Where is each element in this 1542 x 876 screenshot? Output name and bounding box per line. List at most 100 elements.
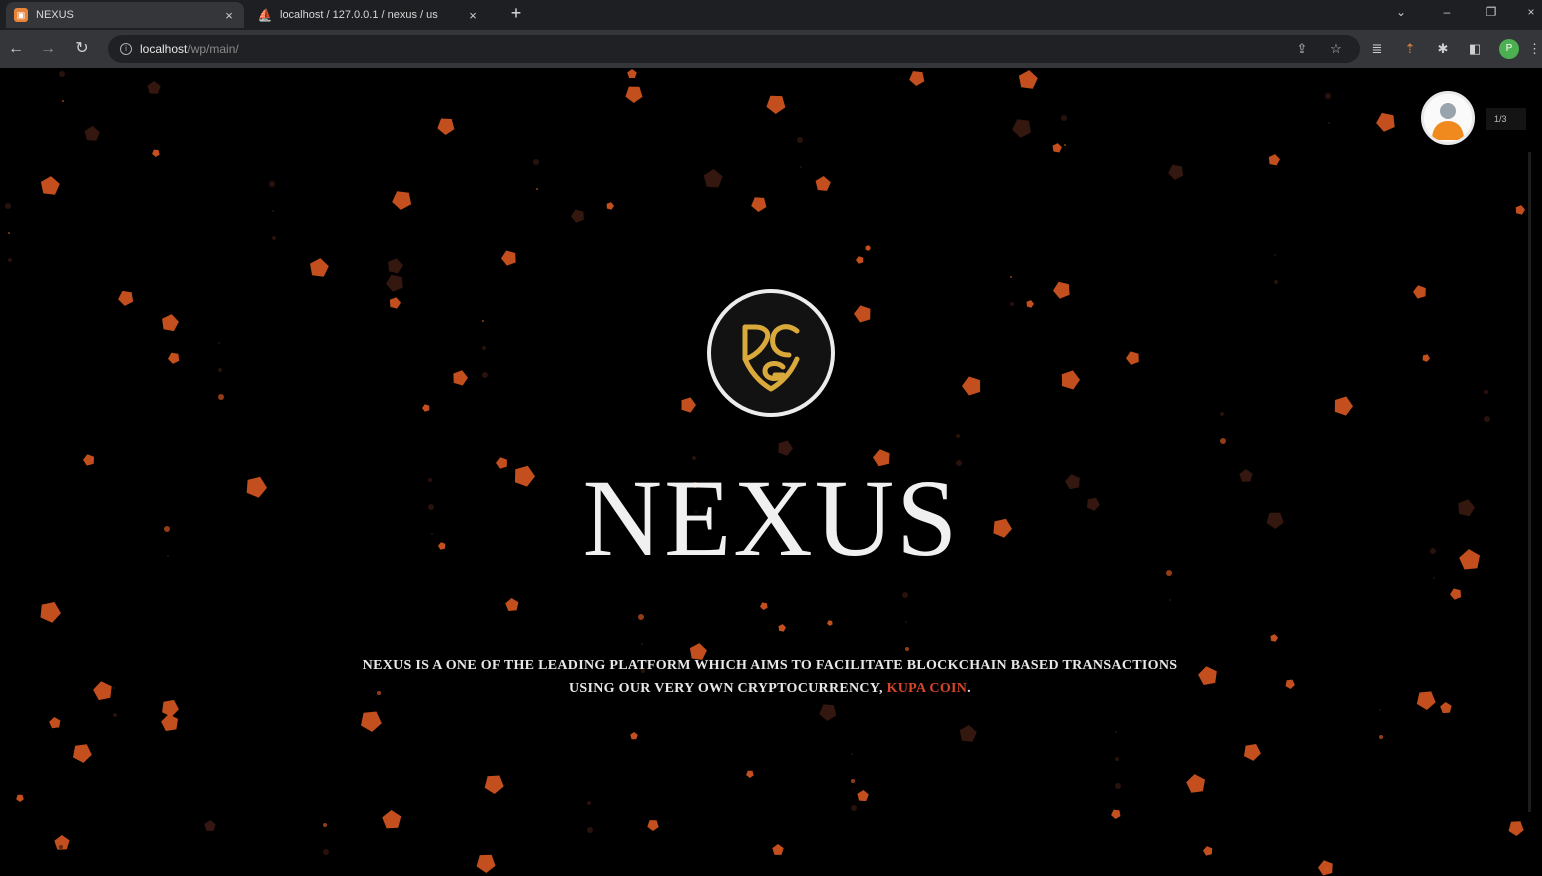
particle — [388, 258, 403, 274]
back-button[interactable]: ← — [6, 39, 26, 59]
user-avatar-icon — [1424, 94, 1472, 142]
particle — [1508, 821, 1524, 836]
dust-particle — [269, 181, 275, 187]
tab-phpmyadmin[interactable]: ⛵ localhost / 127.0.0.1 / nexus / us × — [250, 2, 488, 28]
dust-particle — [113, 713, 117, 717]
dust-particle — [59, 71, 65, 77]
dust-particle — [536, 188, 538, 190]
particle — [1186, 774, 1205, 793]
particle — [1053, 281, 1070, 299]
particle — [1450, 588, 1462, 600]
tagline: NEXUS IS A ONE OF THE LEADING PLATFORM W… — [340, 654, 1200, 700]
particle — [16, 794, 24, 802]
dust-particle — [59, 845, 63, 849]
tab-strip: ▣ NEXUS × ⛵ localhost / 127.0.0.1 / nexu… — [0, 0, 1542, 30]
particle — [1413, 285, 1426, 299]
user-avatar[interactable] — [1421, 91, 1475, 145]
particle — [1244, 744, 1261, 761]
tab-title: localhost / 127.0.0.1 / nexus / us — [280, 9, 438, 21]
tab-close-icon[interactable]: × — [222, 8, 236, 23]
browser-toolbar: ← → ↻ i localhost/wp/main/ ⇪ ☆ ≣ ⇡ ✱ ◧ P… — [0, 30, 1542, 68]
bookmark-star-icon[interactable]: ☆ — [1328, 41, 1344, 57]
browser-menu-icon[interactable]: ⋮ — [1528, 40, 1541, 58]
extensions-puzzle-icon[interactable]: ✱ — [1434, 40, 1452, 58]
particle — [751, 197, 767, 212]
dust-particle — [1010, 276, 1012, 278]
particle — [1285, 679, 1295, 689]
particle — [93, 681, 112, 701]
particle — [168, 352, 180, 364]
dust-particle — [1220, 438, 1226, 444]
particle — [1376, 112, 1395, 132]
particle — [40, 176, 60, 195]
site-info-icon[interactable]: i — [120, 43, 132, 55]
particle — [819, 704, 837, 721]
particle — [746, 770, 754, 778]
dust-particle — [62, 100, 64, 102]
particle — [161, 714, 178, 731]
particle — [1515, 205, 1525, 215]
particle — [1126, 351, 1139, 365]
particle — [856, 256, 864, 264]
dcg-monogram-icon — [742, 324, 800, 392]
tagline-text: NEXUS IS A ONE OF THE LEADING PLATFORM W… — [362, 658, 1178, 696]
particle — [505, 598, 519, 611]
new-tab-button[interactable]: + — [506, 3, 526, 23]
forward-button[interactable]: → — [38, 39, 58, 59]
particle — [778, 624, 786, 632]
restore-button[interactable]: ❐ — [1480, 3, 1502, 21]
address-bar[interactable]: i localhost/wp/main/ ⇪ ☆ — [108, 35, 1360, 63]
particle — [760, 602, 768, 610]
dust-particle — [1379, 735, 1383, 739]
particle — [772, 844, 784, 855]
dust-particle — [1064, 144, 1066, 146]
tagline-period: . — [967, 681, 971, 696]
particle — [625, 86, 643, 103]
reload-button[interactable]: ↻ — [72, 39, 92, 59]
close-window-button[interactable]: × — [1520, 3, 1542, 21]
tab-close-icon[interactable]: × — [466, 8, 480, 23]
particle — [606, 202, 614, 210]
dust-particle — [482, 346, 486, 350]
particle — [1270, 634, 1278, 642]
particle — [476, 854, 496, 873]
particle — [1334, 396, 1353, 416]
dust-particle — [1169, 599, 1171, 601]
particle — [703, 169, 723, 188]
phpmyadmin-favicon-icon: ⛵ — [257, 8, 273, 22]
particle — [1416, 691, 1436, 710]
particle — [1012, 119, 1031, 138]
particle — [118, 290, 134, 306]
dust-particle — [1274, 280, 1278, 284]
dust-particle — [905, 647, 909, 651]
url-host: localhost — [140, 42, 188, 56]
particle — [854, 305, 871, 323]
extension-pin-icon[interactable]: ⇡ — [1401, 40, 1419, 58]
dust-particle — [218, 368, 222, 372]
tab-nexus[interactable]: ▣ NEXUS × — [6, 2, 244, 28]
dust-particle — [323, 823, 327, 827]
particle — [162, 699, 179, 717]
dust-particle — [1274, 254, 1276, 256]
dust-particle — [587, 827, 593, 833]
dust-particle — [1325, 867, 1329, 871]
particle — [827, 620, 833, 626]
side-panel-icon[interactable]: ◧ — [1466, 40, 1484, 58]
particle — [84, 126, 100, 141]
particle — [162, 314, 179, 332]
particle — [40, 602, 61, 623]
particle — [1018, 70, 1038, 89]
minimize-button[interactable]: – — [1436, 3, 1458, 21]
particle — [627, 69, 637, 78]
coin-name-link[interactable]: KUPA COIN — [887, 681, 968, 696]
dust-particle — [1220, 412, 1224, 416]
page-counter: 1/3 — [1486, 108, 1526, 130]
profile-avatar-icon[interactable]: P — [1499, 39, 1519, 59]
particle — [310, 258, 329, 277]
particle — [815, 176, 831, 191]
dust-particle — [218, 394, 224, 400]
tab-search-chevron-icon[interactable]: ⌄ — [1390, 3, 1412, 21]
particle — [681, 397, 696, 413]
reading-list-icon[interactable]: ≣ — [1368, 40, 1386, 58]
share-icon[interactable]: ⇪ — [1294, 41, 1310, 57]
